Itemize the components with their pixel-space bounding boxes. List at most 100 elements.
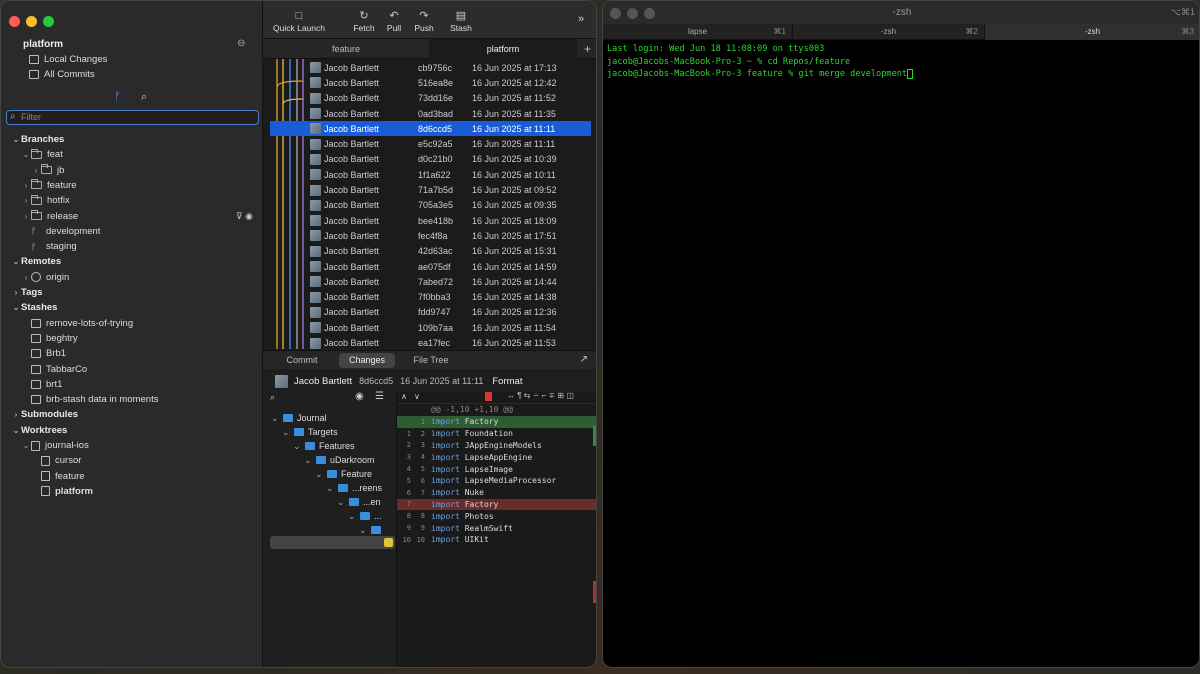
expand-toolbar-icon[interactable]: » — [578, 13, 584, 25]
sidebar-item-tags[interactable]: › Tags — [1, 285, 263, 300]
sidebar-item-feat[interactable]: ⌄ feat — [1, 147, 263, 162]
tab-commit[interactable]: Commit — [273, 353, 331, 368]
chevron-down-icon[interactable]: ⌄ — [271, 413, 283, 424]
sidebar-item-release[interactable]: › release ⊽ ◉ — [1, 209, 263, 224]
commit-row[interactable]: Jacob Bartlett ea17fec 16 Jun 2025 at 11:5… — [263, 335, 596, 349]
chevron-right-icon[interactable]: › — [11, 410, 21, 419]
commit-row[interactable]: Jacob Bartlett 7f0bba3 16 Jun 2025 at 14:3… — [263, 290, 596, 305]
previous-change-icon[interactable]: ∧ — [401, 392, 407, 401]
search-tab-icon[interactable]: ⌕ — [141, 91, 147, 104]
chevron-down-icon[interactable]: ⌄ — [359, 525, 371, 536]
file-tree-folder[interactable]: ⌄ Journal — [271, 411, 327, 425]
commit-row[interactable]: Jacob Bartlett 73dd16e 16 Jun 2025 at 11:5… — [263, 91, 596, 106]
file-tree-folder[interactable]: ⌄ ...en — [337, 495, 381, 509]
chevron-right-icon[interactable]: › — [21, 273, 31, 282]
chevron-down-icon[interactable]: ⌄ — [293, 441, 305, 452]
commit-row[interactable]: Jacob Bartlett 516ea8e 16 Jun 2025 at 12:4… — [263, 75, 596, 90]
file-tree-folder[interactable]: ⌄ Feature — [315, 467, 372, 481]
eye-icon[interactable]: ◉ — [355, 391, 364, 402]
chevron-right-icon[interactable]: › — [21, 212, 31, 221]
sidebar-item-worktrees[interactable]: ⌄ Worktrees — [1, 423, 263, 438]
chevron-right-icon[interactable]: › — [21, 181, 31, 190]
tab-platform[interactable]: platform — [429, 39, 577, 59]
chevron-down-icon[interactable]: ⌄ — [326, 483, 338, 494]
commit-row[interactable]: Jacob Bartlett 8d6ccd5 16 Jun 2025 at 11:1… — [270, 121, 591, 137]
chevron-down-icon[interactable]: ⌄ — [315, 469, 327, 480]
commit-row[interactable]: Jacob Bartlett 42d63ac 16 Jun 2025 at 15:3… — [263, 244, 596, 259]
file-tree-folder[interactable]: ⌄ Targets — [282, 425, 338, 439]
chevron-down-icon[interactable]: ⌄ — [11, 426, 21, 435]
sidebar-item-feature[interactable]: feature — [1, 469, 263, 484]
commit-row[interactable]: Jacob Bartlett 1f1a622 16 Jun 2025 at 10:1… — [263, 167, 596, 182]
sidebar-item-tabbarco[interactable]: TabbarCo — [1, 362, 263, 377]
sidebar-item-origin[interactable]: › origin — [1, 270, 263, 285]
branches-tab-icon[interactable]: ᚠ — [114, 91, 121, 103]
commit-row[interactable]: Jacob Bartlett fdd9747 16 Jun 2025 at 12:3… — [263, 305, 596, 320]
chevron-right-icon[interactable]: › — [21, 196, 31, 205]
sidebar-item-beghtry[interactable]: beghtry — [1, 331, 263, 346]
commit-row[interactable]: Jacob Bartlett 109b7aa 16 Jun 2025 at 11:5… — [263, 320, 596, 335]
zoom-window-button[interactable] — [43, 16, 54, 27]
chevron-down-icon[interactable]: ⌄ — [11, 303, 21, 312]
sidebar-item-branches[interactable]: ⌄ Branches — [1, 132, 263, 147]
chevron-down-icon[interactable]: ⌄ — [348, 511, 360, 522]
chevron-down-icon[interactable]: ⌄ — [21, 150, 31, 159]
open-external-icon[interactable]: ↗ — [580, 354, 588, 365]
terminal-tab-zsh-2[interactable]: -zsh ⌘3 — [985, 24, 1199, 40]
sidebar-item-staging[interactable]: ᚠ staging — [1, 239, 263, 254]
list-view-icon[interactable]: ☰ — [375, 391, 384, 402]
local-changes-item[interactable]: Local Changes — [29, 54, 107, 65]
sidebar-item-submodules[interactable]: › Submodules — [1, 407, 263, 422]
commit-row[interactable]: Jacob Bartlett fec4f8a 16 Jun 2025 at 17:5… — [263, 228, 596, 243]
chevron-down-icon[interactable]: ⌄ — [304, 455, 316, 466]
sidebar-item-remove-lots-of-trying[interactable]: remove-lots-of-trying — [1, 316, 263, 331]
commit-row[interactable]: Jacob Bartlett d0c21b0 16 Jun 2025 at 10:3… — [263, 152, 596, 167]
chevron-down-icon[interactable]: ⌄ — [282, 427, 294, 438]
sidebar-item-hotfix[interactable]: › hotfix — [1, 193, 263, 208]
terminal-output[interactable]: Last login: Wed Jun 18 11:08:09 on ttys0… — [607, 43, 914, 81]
sidebar-item-brb1[interactable]: Brb1 — [1, 346, 263, 361]
chevron-down-icon[interactable]: ⌄ — [11, 257, 21, 266]
terminal-tab-lapse[interactable]: lapse ⌘1 — [603, 24, 793, 40]
close-window-button[interactable] — [9, 16, 20, 27]
repository-menu-icon[interactable]: ⊖ — [237, 38, 245, 49]
terminal-tab-zsh-1[interactable]: -zsh ⌘2 — [793, 24, 985, 40]
chevron-down-icon[interactable]: ⌄ — [337, 497, 349, 508]
commit-row[interactable]: Jacob Bartlett 0ad3bad 16 Jun 2025 at 11:3… — [263, 106, 596, 121]
sidebar-item-jb[interactable]: › jb — [1, 163, 263, 178]
tab-feature[interactable]: feature — [263, 39, 429, 59]
push-button[interactable]: ↷ Push — [413, 9, 435, 33]
sidebar-item-journal-ios[interactable]: ⌄ journal-ios — [1, 438, 263, 453]
diff-options-icon[interactable]: ↔ ¶ ⇆ ∸ ⌐ ∓ ⊞ ◫ — [507, 391, 574, 400]
commit-row[interactable]: Jacob Bartlett e5c92a5 16 Jun 2025 at 11:1… — [263, 137, 596, 152]
chevron-right-icon[interactable]: › — [11, 288, 21, 297]
file-tree-folder[interactable]: ⌄ uDarkroom — [304, 453, 375, 467]
chevron-down-icon[interactable]: ⌄ — [11, 135, 21, 144]
all-commits-item[interactable]: All Commits — [29, 69, 95, 80]
tab-file-tree[interactable]: File Tree — [403, 353, 459, 368]
commit-row[interactable]: Jacob Bartlett bee418b 16 Jun 2025 at 18:0… — [263, 213, 596, 228]
quick-launch-button[interactable]: □ Quick Launch — [273, 9, 325, 33]
filter-input[interactable]: Filter — [6, 110, 259, 125]
file-tree-folder[interactable]: ⌄... — [348, 509, 382, 523]
sidebar-item-brt1[interactable]: brt1 — [1, 377, 263, 392]
next-change-icon[interactable]: ∨ — [414, 392, 420, 401]
add-tab-icon[interactable]: + — [577, 39, 596, 59]
stash-button[interactable]: ▤ Stash — [448, 9, 474, 33]
sidebar-item-stashes[interactable]: ⌄ Stashes — [1, 300, 263, 315]
fetch-button[interactable]: ↻ Fetch — [351, 9, 377, 33]
commit-row[interactable]: Jacob Bartlett 71a7b5d 16 Jun 2025 at 09:5… — [263, 182, 596, 197]
commit-row[interactable]: Jacob Bartlett 7abed72 16 Jun 2025 at 14:4… — [263, 274, 596, 289]
file-tree-folder[interactable]: ⌄ — [359, 523, 385, 537]
filter-visibility-icon[interactable]: ⊽ ◉ — [236, 211, 253, 222]
selected-file-row[interactable] — [270, 536, 395, 549]
sidebar-item-development[interactable]: ᚠ development — [1, 224, 263, 239]
repository-title[interactable]: platform — [23, 39, 63, 50]
minimize-window-button[interactable] — [26, 16, 37, 27]
file-tree-folder[interactable]: ⌄ ...reens — [326, 481, 382, 495]
commit-row[interactable]: Jacob Bartlett ae075df 16 Jun 2025 at 14:5… — [263, 259, 596, 274]
sidebar-item-brb-stash-data-in-moments[interactable]: brb-stash data in moments — [1, 392, 263, 407]
chevron-right-icon[interactable]: › — [31, 166, 41, 175]
commit-hash[interactable]: 8d6ccd5 — [359, 376, 393, 386]
sidebar-item-feature[interactable]: › feature — [1, 178, 263, 193]
